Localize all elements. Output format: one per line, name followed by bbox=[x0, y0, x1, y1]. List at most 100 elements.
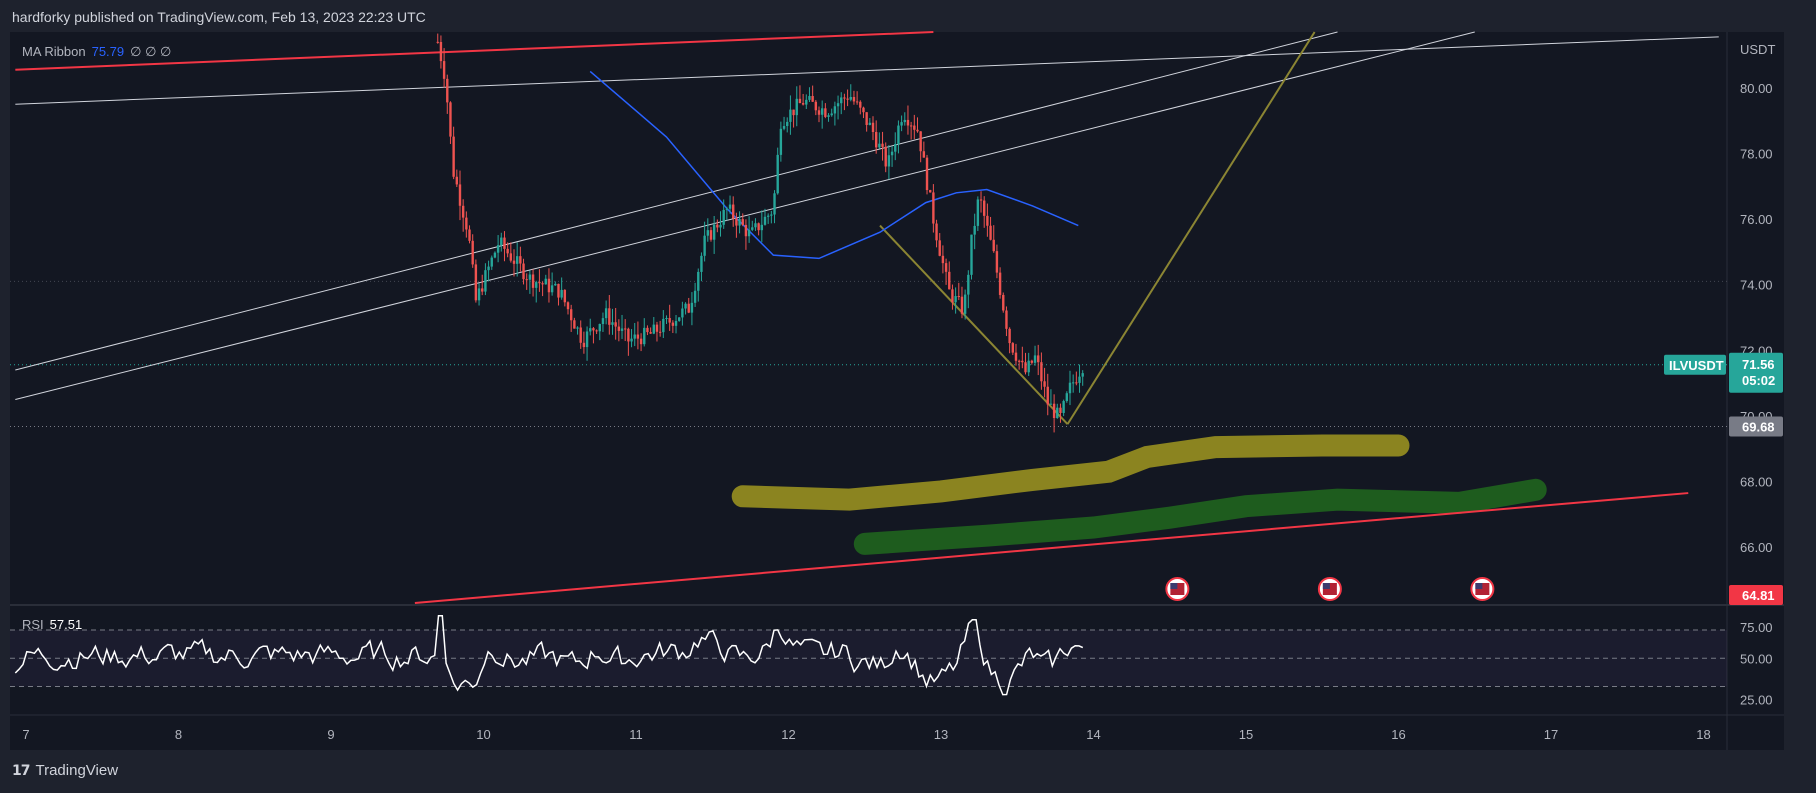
candle-body bbox=[852, 97, 856, 102]
candle-body bbox=[576, 327, 579, 329]
candle-body bbox=[903, 119, 906, 123]
candle-body bbox=[1049, 403, 1053, 405]
candle-body bbox=[776, 154, 779, 194]
candle-body bbox=[481, 288, 484, 292]
candle-body bbox=[887, 155, 891, 167]
candle-body bbox=[541, 283, 544, 285]
candle-body bbox=[668, 317, 671, 323]
price-axis-tick: 76.00 bbox=[1740, 212, 1773, 227]
candle-body bbox=[671, 322, 675, 326]
candle-body bbox=[881, 143, 884, 147]
candle-body bbox=[566, 302, 570, 310]
candle-body bbox=[697, 271, 700, 291]
candle-body bbox=[954, 296, 957, 303]
candle-body bbox=[874, 132, 878, 148]
candle-body bbox=[963, 294, 967, 314]
candle-body bbox=[913, 125, 916, 130]
footer-brand[interactable]: 𝟭𝟳 TradingView bbox=[12, 762, 118, 779]
candle-body bbox=[627, 328, 630, 342]
candle-body bbox=[633, 334, 636, 339]
candle-body bbox=[598, 323, 601, 332]
candle-body bbox=[525, 279, 528, 281]
candle-body bbox=[595, 330, 598, 332]
candle-body bbox=[643, 327, 646, 345]
candle-body bbox=[728, 204, 732, 209]
candle-body bbox=[983, 200, 986, 216]
candle-body bbox=[957, 296, 960, 298]
candle-body bbox=[722, 209, 725, 225]
candle-body bbox=[678, 317, 681, 321]
candle-body bbox=[477, 288, 481, 301]
price-axis-tick: 78.00 bbox=[1740, 146, 1773, 161]
candle-body bbox=[757, 223, 760, 231]
candle-body bbox=[805, 99, 808, 105]
candle-body bbox=[611, 322, 614, 325]
rsi-axis-tick: 75.00 bbox=[1740, 620, 1773, 635]
candle-body bbox=[592, 328, 595, 331]
candle-body bbox=[452, 136, 455, 177]
candle-body bbox=[1011, 343, 1015, 353]
candle-body bbox=[608, 308, 611, 325]
candle-body bbox=[855, 101, 859, 103]
time-axis-tick: 16 bbox=[1391, 727, 1405, 742]
candle-body bbox=[465, 217, 468, 230]
candle-body bbox=[665, 317, 668, 319]
chart-canvas[interactable]: USDT80.0078.0076.0074.0072.0070.0068.006… bbox=[0, 0, 1816, 793]
candle-body bbox=[989, 225, 992, 240]
time-axis-tick: 11 bbox=[629, 727, 643, 742]
candle-body bbox=[979, 199, 983, 201]
candle-body bbox=[436, 41, 439, 43]
candle-body bbox=[919, 131, 922, 152]
candle-body bbox=[868, 122, 872, 125]
candle-body bbox=[582, 342, 586, 348]
time-axis-tick: 7 bbox=[22, 727, 29, 742]
candle-body bbox=[538, 282, 541, 284]
candle-body bbox=[528, 274, 532, 280]
candle-body bbox=[928, 190, 932, 193]
candle-body bbox=[531, 274, 535, 288]
us-flag-icon[interactable] bbox=[1165, 577, 1190, 601]
candle-body bbox=[1030, 360, 1034, 363]
candle-body bbox=[544, 278, 547, 285]
candle-body bbox=[1014, 352, 1018, 361]
candle-body bbox=[900, 122, 903, 126]
candle-body bbox=[973, 225, 976, 235]
us-flag-icon[interactable] bbox=[1317, 577, 1342, 601]
candle-body bbox=[1024, 362, 1027, 373]
rsi-legend-name: RSI bbox=[22, 617, 44, 632]
candle-body bbox=[732, 204, 735, 219]
candle-body bbox=[589, 328, 592, 332]
candle-body bbox=[512, 260, 516, 264]
candle-body bbox=[992, 239, 995, 252]
candle-body bbox=[1046, 386, 1049, 405]
candle-body bbox=[693, 290, 697, 303]
candle-body bbox=[1043, 381, 1046, 387]
time-axis-tick: 12 bbox=[781, 727, 795, 742]
candle-body bbox=[639, 338, 643, 345]
low-price-text: 69.68 bbox=[1742, 419, 1775, 434]
candle-body bbox=[849, 97, 852, 100]
candle-body bbox=[1075, 382, 1078, 384]
candle-body bbox=[938, 240, 941, 256]
symbol-name-text: ILVUSDT bbox=[1669, 358, 1724, 373]
candle-body bbox=[894, 144, 897, 152]
tv-logo-icon: 𝟭𝟳 bbox=[12, 762, 31, 778]
ma-ribbon-legend[interactable]: MA Ribbon 75.79 ∅ ∅ ∅ bbox=[22, 44, 171, 60]
candle-body bbox=[766, 215, 770, 217]
flag-canton bbox=[1170, 583, 1178, 589]
candle-body bbox=[655, 324, 659, 332]
candle-body bbox=[865, 112, 868, 125]
candle-body bbox=[500, 237, 503, 246]
rsi-legend[interactable]: RSI 57.51 bbox=[22, 617, 82, 632]
candle-body bbox=[763, 216, 767, 225]
candle-body bbox=[843, 97, 846, 99]
us-flag-icon[interactable] bbox=[1470, 577, 1495, 601]
candle-body bbox=[515, 256, 519, 264]
candle-body bbox=[1021, 360, 1024, 363]
candle-body bbox=[754, 223, 757, 228]
candle-body bbox=[859, 101, 862, 108]
candle-body bbox=[700, 255, 703, 272]
candle-body bbox=[884, 146, 887, 167]
candle-body bbox=[509, 253, 513, 261]
candle-body bbox=[557, 283, 560, 298]
